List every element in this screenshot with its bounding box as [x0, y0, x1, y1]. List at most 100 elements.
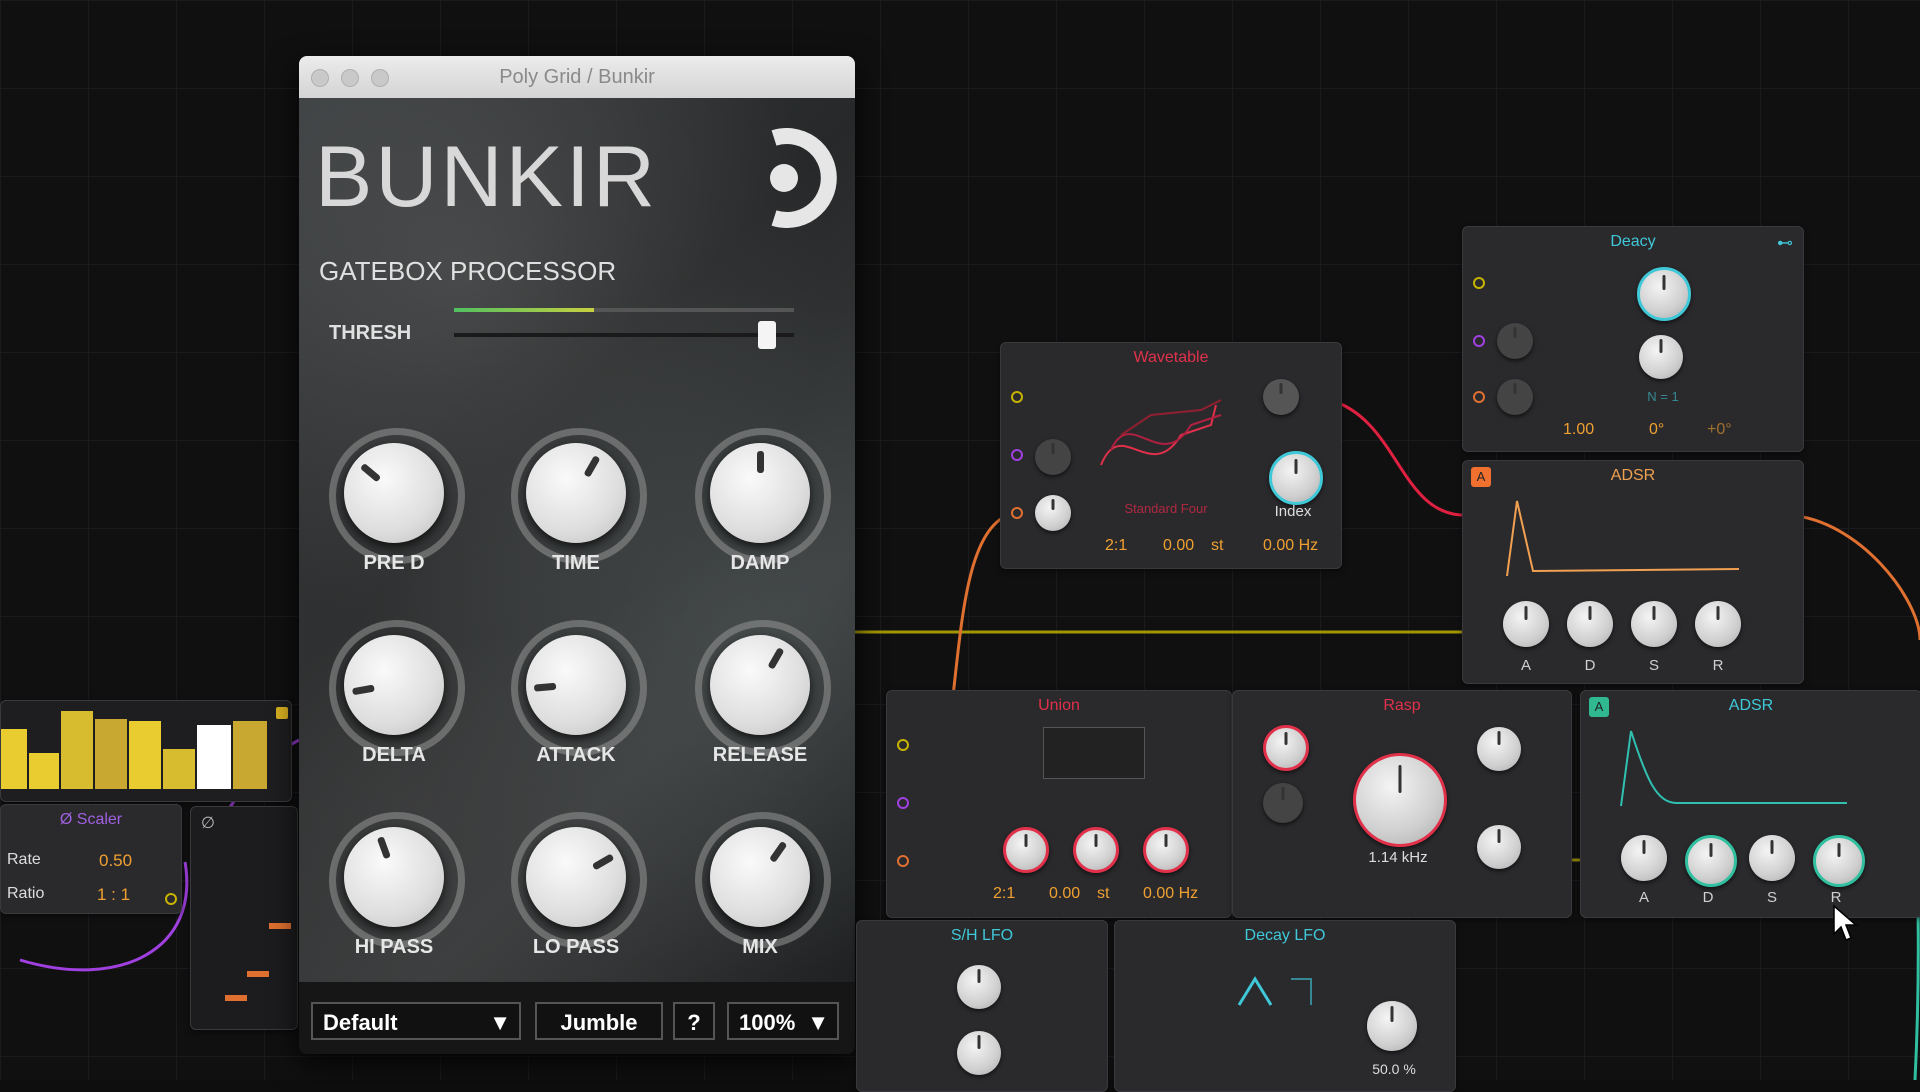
wavetable-semitones[interactable]: 0.00	[1163, 537, 1194, 555]
zoom-dropdown[interactable]: 100% ▼	[727, 1002, 839, 1040]
knob-pre-d[interactable]: PRE D	[329, 428, 465, 578]
thresh-slider-handle[interactable]	[758, 321, 776, 349]
adsr2-title: ADSR	[1728, 697, 1774, 714]
preset-dropdown[interactable]: Default ▼	[311, 1002, 521, 1040]
adsr-module-1: ADSR A A D S R	[1462, 460, 1804, 684]
union-port-3[interactable]	[897, 855, 909, 867]
sh-lfo-knob-2[interactable]	[957, 1031, 1001, 1075]
wavetable-ratio[interactable]: 2:1	[1105, 537, 1127, 555]
knob-hi-pass[interactable]: HI PASS	[329, 812, 465, 962]
index-knob[interactable]	[1269, 451, 1323, 505]
deacy-port-3[interactable]	[1473, 391, 1485, 403]
deacy-knob-small-2[interactable]	[1497, 379, 1533, 415]
union-st-unit: st	[1097, 885, 1110, 902]
rasp-knob-4[interactable]	[1477, 825, 1521, 869]
window-titlebar[interactable]: Poly Grid / Bunkir	[299, 56, 855, 98]
step-sequencer	[0, 700, 292, 802]
deacy-val3[interactable]: +0°	[1707, 421, 1732, 439]
adsr1-sustain-knob[interactable]	[1631, 601, 1677, 647]
adsr1-release-knob[interactable]	[1695, 601, 1741, 647]
knob-delta[interactable]: DELTA	[329, 620, 465, 770]
scaler-output-port[interactable]	[165, 893, 177, 905]
adsr2-envelope-display	[1620, 730, 1847, 807]
knob-damp[interactable]: DAMP	[695, 428, 831, 578]
jumble-button[interactable]: Jumble	[535, 1002, 663, 1040]
knob-attack[interactable]: ATTACK	[511, 620, 647, 770]
wavetable-mod-knob[interactable]	[1035, 439, 1071, 475]
union-hz[interactable]: 0.00 Hz	[1143, 885, 1198, 903]
dice-icon[interactable]	[276, 707, 288, 719]
adsr2-decay-knob[interactable]	[1685, 835, 1737, 887]
knob-time[interactable]: TIME	[511, 428, 647, 578]
rate-value[interactable]: 0.50	[99, 851, 132, 871]
knob-release[interactable]: RELEASE	[695, 620, 831, 770]
union-port-2[interactable]	[897, 797, 909, 809]
adsr1-envelope-display	[1506, 500, 1740, 577]
union-knob-3[interactable]	[1143, 827, 1189, 873]
wavetable-knob[interactable]	[1263, 379, 1299, 415]
union-semitones[interactable]: 0.00	[1049, 885, 1080, 903]
adsr2-sustain-knob[interactable]	[1749, 835, 1795, 881]
thresh-slider[interactable]	[454, 321, 794, 349]
wavetable-hz[interactable]: 0.00 Hz	[1263, 537, 1318, 555]
rasp-knob-2[interactable]	[1263, 783, 1303, 823]
zoom-value: 100%	[739, 1010, 796, 1035]
wavetable-input-port[interactable]	[1011, 391, 1023, 403]
thresh-label: THRESH	[329, 322, 412, 344]
dropdown-arrow-icon: ▼	[807, 1010, 829, 1035]
deacy-knob-2[interactable]	[1639, 335, 1683, 379]
decay-lfo-module: Decay LFO 50.0 %	[1114, 920, 1456, 1092]
deacy-val1[interactable]: 1.00	[1563, 421, 1594, 439]
thresh-meter	[454, 308, 794, 312]
union-module: Union 2:1 0.00 st 0.00 Hz	[886, 690, 1232, 918]
knob-label: DAMP	[730, 552, 790, 574]
deacy-knob-small-1[interactable]	[1497, 323, 1533, 359]
deacy-val2[interactable]: 0°	[1649, 421, 1664, 439]
adsr2-release-knob[interactable]	[1813, 835, 1865, 887]
rasp-freq[interactable]: 1.14 kHz	[1345, 849, 1451, 866]
decay-lfo-knob[interactable]	[1367, 1001, 1417, 1051]
sh-lfo-knob-1[interactable]	[957, 965, 1001, 1009]
adsr1-attack-knob[interactable]	[1503, 601, 1549, 647]
vendor-logo-icon	[770, 128, 837, 228]
decay-lfo-pct[interactable]: 50.0 %	[1359, 1061, 1429, 1077]
adsr1-a-label: A	[1520, 657, 1531, 674]
adsr-badge-icon: A	[1471, 467, 1491, 487]
scaler-title: Ø Scaler	[59, 811, 123, 828]
rasp-freq-knob[interactable]	[1353, 753, 1447, 847]
rasp-knob-3[interactable]	[1477, 727, 1521, 771]
adsr1-title: ADSR	[1610, 467, 1656, 484]
union-ratio[interactable]: 2:1	[993, 885, 1015, 903]
knob-label: PRE D	[363, 552, 425, 574]
knob-lo-pass[interactable]: LO PASS	[511, 812, 647, 962]
union-port-1[interactable]	[897, 739, 909, 751]
knob-mix[interactable]: MIX	[695, 812, 831, 962]
wavetable-pitch-port[interactable]	[1011, 507, 1023, 519]
union-knob-1[interactable]	[1003, 827, 1049, 873]
deacy-port-1[interactable]	[1473, 277, 1485, 289]
deacy-port-2[interactable]	[1473, 335, 1485, 347]
rasp-title: Rasp	[1383, 697, 1421, 714]
ratio-value[interactable]: 1 : 1	[97, 885, 130, 905]
adsr1-s-label: S	[1648, 657, 1659, 674]
wavetable-display	[1100, 399, 1222, 466]
deacy-module: Deacy ⊷ N = 1 1.00 0° +0°	[1462, 226, 1804, 452]
preset-value: Default	[323, 1010, 398, 1035]
help-button[interactable]: ?	[673, 1002, 715, 1040]
wavetable-name[interactable]: Standard Four	[1081, 501, 1251, 516]
deacy-knob-1[interactable]	[1637, 267, 1691, 321]
index-label: Index	[1274, 503, 1312, 520]
rate-label: Rate	[7, 851, 41, 868]
adsr1-decay-knob[interactable]	[1567, 601, 1613, 647]
rasp-knob-1[interactable]	[1263, 725, 1309, 771]
adsr2-d-label: D	[1702, 889, 1714, 906]
ratio-label: Ratio	[7, 885, 45, 902]
wavetable-pitch-knob[interactable]	[1035, 495, 1071, 531]
union-knob-2[interactable]	[1073, 827, 1119, 873]
scaler-side-panel: ∅	[190, 806, 298, 1030]
wavetable-title: Wavetable	[1133, 349, 1209, 366]
wavetable-mod-port[interactable]	[1011, 449, 1023, 461]
adsr2-attack-knob[interactable]	[1621, 835, 1667, 881]
output-arrow-icon[interactable]: ⊷	[1777, 233, 1793, 253]
union-wave-display	[1043, 727, 1145, 779]
